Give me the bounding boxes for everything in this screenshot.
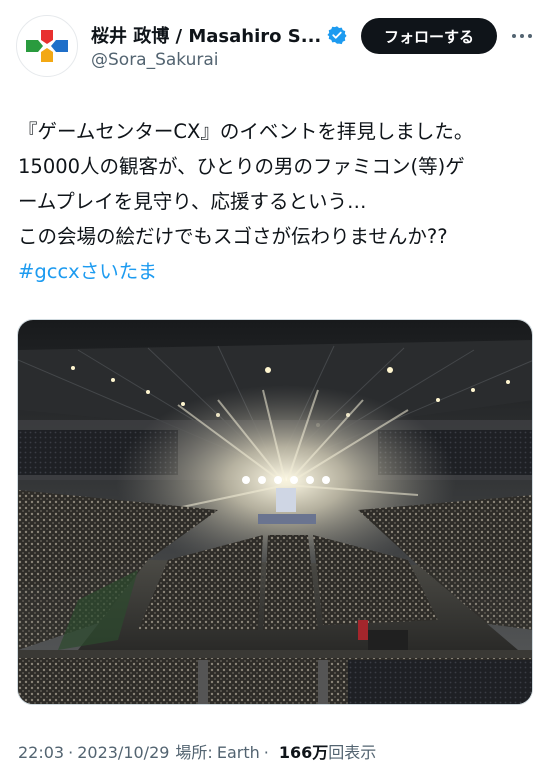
more-horizontal-icon [512,34,532,38]
author-display-name[interactable]: 桜井 政博 / Masahiro S... [91,22,321,48]
avatar-logo [26,30,68,62]
location-label: 場所: [175,743,213,762]
tweet-time[interactable]: 22:03 [18,743,64,762]
follow-button[interactable]: フォローする [361,18,497,54]
tweet-date[interactable]: 2023/10/29 [77,743,169,762]
verified-badge-icon [327,26,347,45]
author-handle[interactable]: @Sora_Sakurai [91,50,219,70]
view-count-label: 回表示 [328,743,377,762]
author-name-row: 桜井 政博 / Masahiro S... [91,22,347,48]
location-value: Earth [216,743,260,762]
view-count: 166万 [278,743,329,762]
tweet-header: 桜井 政博 / Masahiro S... @Sora_Sakurai フォロー… [0,0,550,90]
tweet-meta: 22:03 · 2023/10/29 場所: Earth · 166万 回表示 [18,739,376,763]
tweet-text-line: 15000人の観客が、ひとりの男のファミコン(等)ゲ [18,155,465,178]
more-options-icon[interactable] [508,22,536,50]
meta-separator: · [68,743,74,762]
tweet-text-line: 『ゲームセンターCX』のイベントを拝見しました。 [18,120,474,143]
author-avatar[interactable] [16,15,78,77]
tweet-text-line: ームプレイを見守り、応援するという… [18,190,367,213]
tweet-text: 『ゲームセンターCX』のイベントを拝見しました。 15000人の観客が、ひとりの… [18,114,538,289]
tweet-photo[interactable] [17,319,533,705]
hashtag-link[interactable]: #gccxさいたま [18,254,538,289]
meta-separator: · [263,743,269,762]
tweet-text-line: この会場の絵だけでもスゴさが伝わりませんか?? [18,225,448,248]
arena-photo [18,320,532,704]
